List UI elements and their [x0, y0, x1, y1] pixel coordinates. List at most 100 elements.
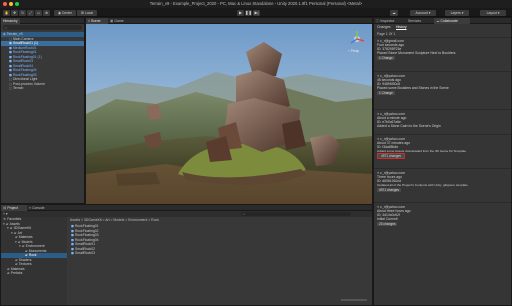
collaborate-tab-label: Collaborate [440, 19, 458, 23]
main-toolbar: ✋ ✥ ↻ ⤢ ▭ ⊕ ◉ Center ⊞ Local ▶ ❚❚ ▶| ☁ A… [0, 8, 512, 17]
changes-button[interactable]: 4971 changes [377, 188, 402, 193]
hierarchy-item-label: Terrain [12, 86, 24, 90]
tab-history[interactable]: History [396, 25, 407, 29]
add-asset-button[interactable]: + ▾ [3, 212, 8, 216]
scene-viewport[interactable]: < Persp [86, 24, 372, 204]
persp-label[interactable]: < Persp [348, 49, 359, 53]
account-label: Account [415, 10, 428, 15]
play-icon: ▶ [238, 9, 243, 15]
rotate-icon: ↻ [21, 10, 24, 15]
hierarchy-item-label: SmallRock03 [12, 59, 33, 63]
divider [374, 71, 511, 72]
icon-size-slider[interactable] [341, 299, 367, 301]
move-tool-button[interactable]: ✥ [11, 9, 18, 16]
inspector-tab-label: Inspector [380, 19, 395, 23]
history-entry: ● c_r@yahoo.com About three hours ago ID… [377, 205, 491, 227]
changes-button[interactable]: 23 changes [377, 222, 398, 227]
divider [374, 109, 511, 110]
axis-gizmo-icon [350, 31, 365, 44]
tree-item-label: Monuments [28, 248, 47, 253]
hierarchy-tab-bar: Hierarchy [1, 18, 84, 24]
file-item-label: RockFloating03 [74, 233, 99, 237]
hierarchy-item-label: Main Camera [12, 36, 34, 41]
entry-description: Placed some Boulders and Stones in the S… [377, 86, 449, 91]
file-item-label: SmallRock02 [74, 246, 95, 251]
changes-button-highlighted[interactable]: 4971 changes [377, 153, 406, 160]
project-breadcrumb[interactable]: Assets > 3DGameKit > Art > Models > Envi… [70, 218, 159, 222]
play-button[interactable]: ▶ [237, 9, 244, 16]
folder-icon: ▾ ▰ [3, 221, 10, 226]
history-entry: ● c_r@yahoo.com 45 seconds ago ID: 94896… [377, 74, 491, 96]
tab-changes[interactable]: Changes [377, 25, 391, 29]
tree-item-label: Shaders [18, 257, 32, 262]
history-entry: ● c_r@yahoo.com About a minute ago ID: e… [377, 112, 491, 128]
tree-item[interactable]: ▰ Prefabs [1, 271, 67, 276]
zoom-window-button[interactable] [15, 2, 19, 6]
game-icon: ▣ [110, 19, 114, 23]
divider [374, 168, 511, 169]
cloud-icon: ☁ [436, 19, 440, 23]
hand-icon: ✋ [4, 10, 9, 15]
account-dropdown[interactable]: Account ▾ [410, 9, 436, 16]
step-button[interactable]: ▶| [253, 9, 260, 16]
rotate-tool-button[interactable]: ↻ [19, 9, 26, 16]
tab-services[interactable]: Services [406, 18, 434, 24]
folder-icon: ▾ ▰ [7, 226, 14, 230]
folder-icon: ▤ [3, 206, 7, 210]
tab-collaborate[interactable]: ☁ Collaborate [434, 18, 470, 24]
project-search-input[interactable]: ⌕ [241, 212, 351, 216]
hierarchy-item-label: Post-process Volume [12, 81, 46, 86]
tree-item-label: Materials [18, 235, 33, 239]
layout-dropdown[interactable]: Layout ▾ [480, 9, 506, 16]
divider [374, 134, 511, 135]
tab-inspector[interactable]: ⓘ Inspector [374, 18, 406, 24]
scene-render [86, 24, 372, 204]
project-panel: ▤ Project ≡ Console + ▾ ⌕ ★ Favorites ▾ … [0, 204, 373, 306]
tree-item-label: Textures [18, 262, 32, 266]
entry-description: Initial Commit [377, 217, 398, 222]
hierarchy-item[interactable]: ◻ Terrain [1, 86, 84, 91]
search-icon: ⌕ [243, 212, 246, 216]
scene-orientation-gizmo[interactable] [348, 30, 366, 48]
title-bar: Terrain_v9 - Example_Project_2020 - PC, … [0, 0, 512, 8]
info-icon: ⓘ [376, 19, 380, 23]
project-folder-tree: ★ Favorites ▾ ▰ Assets ▾ ▰ 3DGameKit ▾ ▰… [1, 217, 67, 305]
layers-dropdown[interactable]: Layers ▾ [445, 9, 469, 16]
layers-label: Layers [450, 10, 461, 15]
history-entry: ● c_r@gmail.com Four seconds ago ID: 378… [377, 39, 491, 61]
scene-icon: # [88, 19, 90, 23]
pause-button[interactable]: ❚❚ [245, 9, 252, 16]
entry-description: Added a Stone Cairn to the Scene's Origi… [377, 124, 441, 129]
file-item[interactable]: ◼ SmallRock03 [69, 251, 189, 256]
unity-editor-window: Terrain_v9 - Example_Project_2020 - PC, … [0, 0, 512, 306]
console-icon: ≡ [29, 206, 32, 210]
project-file-list: ◼ RockFloating01 ◼ RockFloating02 ◼ Rock… [69, 224, 189, 256]
changes-button[interactable]: 1 Change [377, 91, 395, 96]
scale-icon: ⤢ [29, 10, 32, 15]
hierarchy-item-label: RockFloating01 [12, 50, 37, 54]
file-item-label: RockFloating02 [74, 228, 99, 233]
changes-button[interactable]: 1 Change [377, 56, 395, 61]
services-tab-label: Services [408, 19, 422, 23]
hierarchy-item-label: SmallRock01 (1) [12, 41, 39, 45]
rect-tool-button[interactable]: ▭ [35, 9, 42, 16]
scene-tab-label: Scene [90, 19, 101, 23]
hierarchy-search-input[interactable]: ⌕ [3, 25, 82, 30]
pivot-center-toggle[interactable]: ◉ Center [54, 9, 76, 16]
scale-tool-button[interactable]: ⤢ [27, 9, 34, 16]
step-icon: ▶| [254, 9, 259, 15]
hierarchy-panel: Hierarchy ⌕ ◆ Terrain_v9 ◻ Main Camera ◼… [0, 17, 85, 204]
search-icon: ⌕ [5, 25, 8, 30]
project-tab-label: Project [7, 206, 18, 210]
pivot-local-toggle[interactable]: ⊞ Local [77, 9, 97, 16]
close-window-button[interactable] [3, 2, 7, 6]
hand-tool-button[interactable]: ✋ [3, 9, 10, 16]
minimize-window-button[interactable] [9, 2, 13, 6]
tab-hierarchy[interactable]: Hierarchy [1, 18, 20, 24]
tree-item-label: Environment [25, 244, 45, 248]
rect-icon: ▭ [36, 10, 41, 15]
divider [374, 202, 511, 203]
collab-button[interactable]: ☁ [390, 9, 398, 16]
transform-tool-button[interactable]: ⊕ [43, 9, 50, 16]
tree-item-label: Favorites [7, 217, 22, 221]
